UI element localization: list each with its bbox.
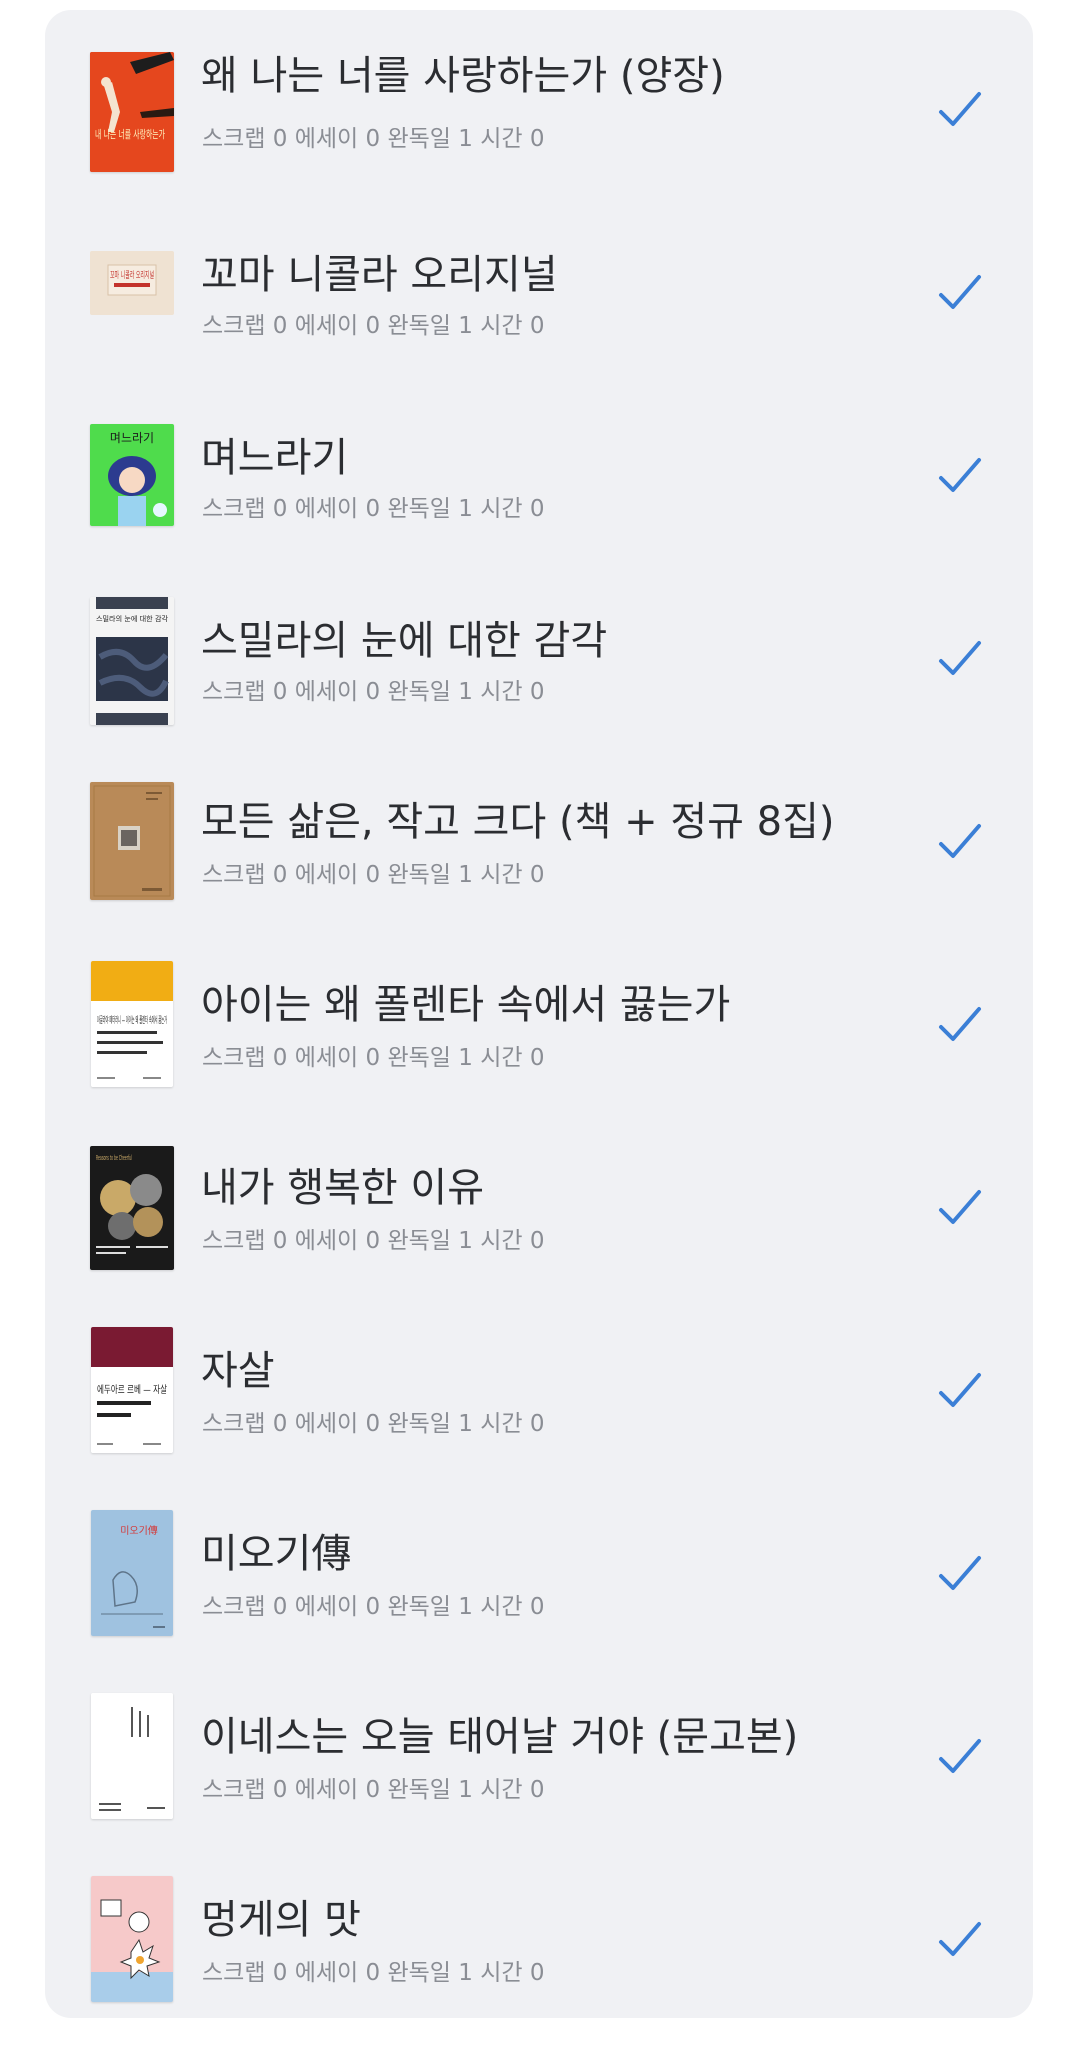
book-row[interactable]: 꼬마 니콜라 오리지널 꼬마 니콜라 오리지널 스크랩 0 에세이 0 완독일 … bbox=[45, 223, 1033, 406]
cover-title-text: 꼬마 니콜라 오리지널 bbox=[110, 270, 154, 281]
book-title: 왜 나는 너를 사랑하는가 (양장) bbox=[201, 53, 725, 99]
book-title: 미오기傳 bbox=[201, 1531, 352, 1577]
checkmark-icon[interactable] bbox=[937, 1554, 983, 1594]
book-meta: 스크랩 0 에세이 0 완독일 1 시간 0 bbox=[202, 1960, 545, 1986]
book-cover: 에두아르 르베 — 자살 bbox=[91, 1327, 173, 1453]
book-meta: 스크랩 0 에세이 0 완독일 1 시간 0 bbox=[202, 313, 545, 339]
book-meta: 스크랩 0 에세이 0 완독일 1 시간 0 bbox=[202, 1777, 545, 1803]
checkmark-icon[interactable] bbox=[937, 1920, 983, 1960]
book-row[interactable]: 며느라기 며느라기 스크랩 0 에세이 0 완독일 1 시간 0 bbox=[45, 406, 1033, 589]
book-meta: 스크랩 0 에세이 0 완독일 1 시간 0 bbox=[202, 126, 545, 152]
book-title: 아이는 왜 폴렌타 속에서 끓는가 bbox=[201, 982, 731, 1028]
book-meta: 스크랩 0 에세이 0 완독일 1 시간 0 bbox=[202, 1228, 545, 1254]
book-row[interactable]: 이네스는 오늘 태어날 거야 (문고본) 스크랩 0 에세이 0 완독일 1 시… bbox=[45, 1687, 1033, 1870]
book-cover-beige-box-icon: 꼬마 니콜라 오리지널 bbox=[90, 251, 174, 315]
checkmark-icon[interactable] bbox=[937, 1188, 983, 1228]
book-row[interactable]: 아글라야 페터라니 — 아이는 왜 폴렌타 속에서 끓는가 아이는 왜 폴렌타 … bbox=[45, 955, 1033, 1138]
checkmark-icon[interactable] bbox=[937, 456, 983, 496]
book-row[interactable]: Reasons to be Cheerful 내가 행복한 이유 스크랩 0 에… bbox=[45, 1138, 1033, 1321]
book-cover: 꼬마 니콜라 오리지널 bbox=[90, 251, 174, 315]
cover-title-text: 스밀라의 눈에 대한 감각 bbox=[96, 614, 169, 623]
book-cover-maroon-white-icon: 에두아르 르베 — 자살 bbox=[91, 1327, 173, 1453]
checkmark-icon[interactable] bbox=[937, 639, 983, 679]
book-row[interactable]: 미오기傳 미오기傳 스크랩 0 에세이 0 완독일 1 시간 0 bbox=[45, 1504, 1033, 1687]
book-cover: 스밀라의 눈에 대한 감각 bbox=[90, 597, 174, 725]
book-meta: 스크랩 0 에세이 0 완독일 1 시간 0 bbox=[202, 1411, 545, 1437]
book-cover: Reasons to be Cheerful bbox=[90, 1146, 174, 1270]
cover-title-text: Reasons to be Cheerful bbox=[96, 1154, 132, 1162]
cover-title-text: 미오기傳 bbox=[120, 1524, 158, 1537]
book-meta: 스크랩 0 에세이 0 완독일 1 시간 0 bbox=[202, 1045, 545, 1071]
cover-title-text: 에두아르 르베 — 자살 bbox=[97, 1384, 167, 1396]
book-title: 자살 bbox=[201, 1348, 275, 1394]
book-cover-red-illustration-icon: 내 나는 너를 사랑하는가 bbox=[90, 52, 174, 172]
cover-title-text: 며느라기 bbox=[110, 431, 154, 445]
book-title: 내가 행복한 이유 bbox=[201, 1165, 485, 1211]
book-cover-light-blue-icon: 미오기傳 bbox=[91, 1510, 173, 1636]
book-title: 멍게의 맛 bbox=[201, 1897, 361, 1943]
book-meta: 스크랩 0 에세이 0 완독일 1 시간 0 bbox=[202, 679, 545, 705]
cover-title-text: 내 나는 너를 사랑하는가 bbox=[95, 127, 165, 141]
checkmark-icon[interactable] bbox=[937, 1371, 983, 1411]
book-title: 이네스는 오늘 태어날 거야 (문고본) bbox=[201, 1714, 799, 1760]
book-row[interactable]: 멍게의 맛 스크랩 0 에세이 0 완독일 1 시간 0 bbox=[45, 1870, 1033, 2053]
book-cover: 아글라야 페터라니 — 아이는 왜 폴렌타 속에서 끓는가 bbox=[91, 961, 173, 1087]
checkmark-icon[interactable] bbox=[937, 273, 983, 313]
finished-books-card: 내 나는 너를 사랑하는가 왜 나는 너를 사랑하는가 (양장) 스크랩 0 에… bbox=[45, 10, 1033, 2018]
book-cover-white-minimal-icon bbox=[91, 1693, 173, 1819]
book-meta: 스크랩 0 에세이 0 완독일 1 시간 0 bbox=[202, 496, 545, 522]
book-cover-pink-shapes-icon bbox=[91, 1876, 173, 2002]
book-cover-black-pattern-icon: Reasons to be Cheerful bbox=[90, 1146, 174, 1270]
checkmark-icon[interactable] bbox=[937, 90, 983, 130]
checkmark-icon[interactable] bbox=[937, 1005, 983, 1045]
book-meta: 스크랩 0 에세이 0 완독일 1 시간 0 bbox=[202, 862, 545, 888]
book-cover-brown-kraft-icon bbox=[90, 782, 174, 900]
checkmark-icon[interactable] bbox=[937, 822, 983, 862]
book-title: 모든 삶은, 작고 크다 (책 + 정규 8집) bbox=[201, 799, 835, 845]
book-row[interactable]: 에두아르 르베 — 자살 자살 스크랩 0 에세이 0 완독일 1 시간 0 bbox=[45, 1321, 1033, 1504]
book-cover-dark-photo-icon: 스밀라의 눈에 대한 감각 bbox=[90, 597, 174, 725]
book-cover: 미오기傳 bbox=[91, 1510, 173, 1636]
book-row[interactable]: 스밀라의 눈에 대한 감각 스밀라의 눈에 대한 감각 스크랩 0 에세이 0 … bbox=[45, 589, 1033, 772]
book-meta: 스크랩 0 에세이 0 완독일 1 시간 0 bbox=[202, 1594, 545, 1620]
book-cover bbox=[91, 1876, 173, 2002]
book-cover-yellow-white-icon: 아글라야 페터라니 — 아이는 왜 폴렌타 속에서 끓는가 bbox=[91, 961, 173, 1087]
checkmark-icon[interactable] bbox=[937, 1737, 983, 1777]
book-cover bbox=[91, 1693, 173, 1819]
book-title: 며느라기 bbox=[201, 435, 349, 481]
book-row[interactable]: 내 나는 너를 사랑하는가 왜 나는 너를 사랑하는가 (양장) 스크랩 0 에… bbox=[45, 40, 1033, 223]
book-cover: 며느라기 bbox=[90, 424, 174, 526]
book-cover-green-girl-icon: 며느라기 bbox=[90, 424, 174, 526]
book-row[interactable]: 모든 삶은, 작고 크다 (책 + 정규 8집) 스크랩 0 에세이 0 완독일… bbox=[45, 772, 1033, 955]
book-title: 스밀라의 눈에 대한 감각 bbox=[201, 618, 608, 664]
cover-title-text: 아글라야 페터라니 — 아이는 왜 폴렌타 속에서 끓는가 bbox=[97, 1015, 167, 1026]
book-cover: 내 나는 너를 사랑하는가 bbox=[90, 52, 174, 172]
book-title: 꼬마 니콜라 오리지널 bbox=[201, 252, 558, 298]
book-cover bbox=[90, 782, 174, 900]
